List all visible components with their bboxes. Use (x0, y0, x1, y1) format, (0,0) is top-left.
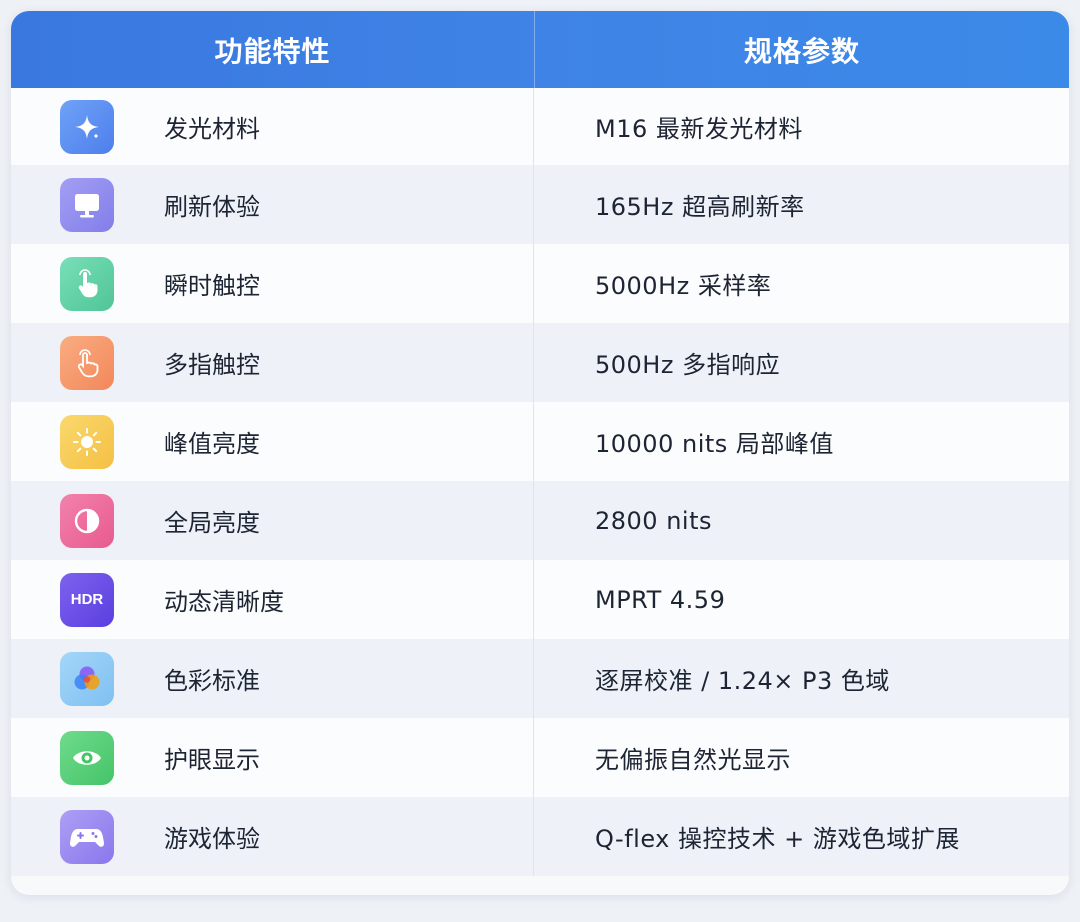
table-row: 多指触控 500Hz 多指响应 (11, 323, 1069, 402)
tap-hand-icon (60, 256, 114, 311)
table-row: HDR 动态清晰度 MPRT 4.59 (11, 560, 1069, 639)
spec-value: M16 最新发光材料 (595, 115, 803, 143)
multi-touch-hand-icon (60, 335, 114, 390)
feature-label: 多指触控 (164, 351, 260, 379)
feature-cell: 游戏体验 (11, 797, 534, 876)
sparkle-icon (60, 99, 114, 154)
feature-column-header: 功能特性 (11, 11, 535, 88)
feature-cell: 全局亮度 (11, 481, 534, 560)
feature-label: 游戏体验 (164, 825, 260, 853)
feature-label: 全局亮度 (164, 509, 260, 537)
table-row: 色彩标准 逐屏校准 / 1.24× P3 色域 (11, 639, 1069, 718)
spec-value: Q-flex 操控技术 + 游戏色域扩展 (595, 825, 960, 853)
hdr-icon: HDR (60, 572, 114, 627)
feature-cell: 发光材料 (11, 88, 534, 165)
table-row: 发光材料 M16 最新发光材料 (11, 88, 1069, 165)
feature-cell: HDR 动态清晰度 (11, 560, 534, 639)
eye-icon (60, 730, 114, 785)
spec-value: 10000 nits 局部峰值 (595, 430, 834, 458)
table-row: 游戏体验 Q-flex 操控技术 + 游戏色域扩展 (11, 797, 1069, 876)
feature-label: 护眼显示 (164, 746, 260, 774)
feature-label: 瞬时触控 (164, 272, 260, 300)
feature-cell: 色彩标准 (11, 639, 534, 718)
spec-value: 5000Hz 采样率 (595, 272, 772, 300)
feature-cell: 瞬时触控 (11, 244, 534, 323)
sun-icon (60, 414, 114, 469)
table-row: 刷新体验 165Hz 超高刷新率 (11, 165, 1069, 244)
spec-value: 逐屏校准 / 1.24× P3 色域 (595, 667, 890, 695)
table-row: 护眼显示 无偏振自然光显示 (11, 718, 1069, 797)
feature-cell: 多指触控 (11, 323, 534, 402)
feature-label: 动态清晰度 (164, 588, 284, 616)
spec-column-header: 规格参数 (743, 34, 860, 68)
feature-label: 刷新体验 (164, 193, 260, 221)
feature-cell: 峰值亮度 (11, 402, 534, 481)
hdr-icon-text: HDR (70, 591, 104, 608)
table-body: 发光材料 M16 最新发光材料 刷新体验 165Hz 超高刷新率 瞬时触控 50… (11, 88, 1069, 876)
spec-table: 功能特性 规格参数 发光材料 M16 最新发光材料 刷新体验 165Hz 超高刷… (11, 11, 1069, 895)
feature-cell: 刷新体验 (11, 165, 534, 244)
feature-cell: 护眼显示 (11, 718, 534, 797)
spec-value: 无偏振自然光显示 (595, 746, 791, 774)
contrast-icon (60, 493, 114, 548)
monitor-icon (60, 177, 114, 232)
table-header: 功能特性 规格参数 (11, 11, 1069, 88)
table-row: 瞬时触控 5000Hz 采样率 (11, 244, 1069, 323)
color-circles-icon (60, 651, 114, 706)
feature-label: 峰值亮度 (164, 430, 260, 458)
spec-value: 2800 nits (595, 506, 712, 535)
table-row: 峰值亮度 10000 nits 局部峰值 (11, 402, 1069, 481)
spec-value: 500Hz 多指响应 (595, 351, 781, 379)
table-row: 全局亮度 2800 nits (11, 481, 1069, 560)
feature-label: 发光材料 (164, 115, 260, 143)
feature-label: 色彩标准 (164, 667, 260, 695)
spec-value: MPRT 4.59 (595, 585, 726, 614)
spec-value: 165Hz 超高刷新率 (595, 193, 805, 221)
gamepad-icon (60, 809, 114, 864)
